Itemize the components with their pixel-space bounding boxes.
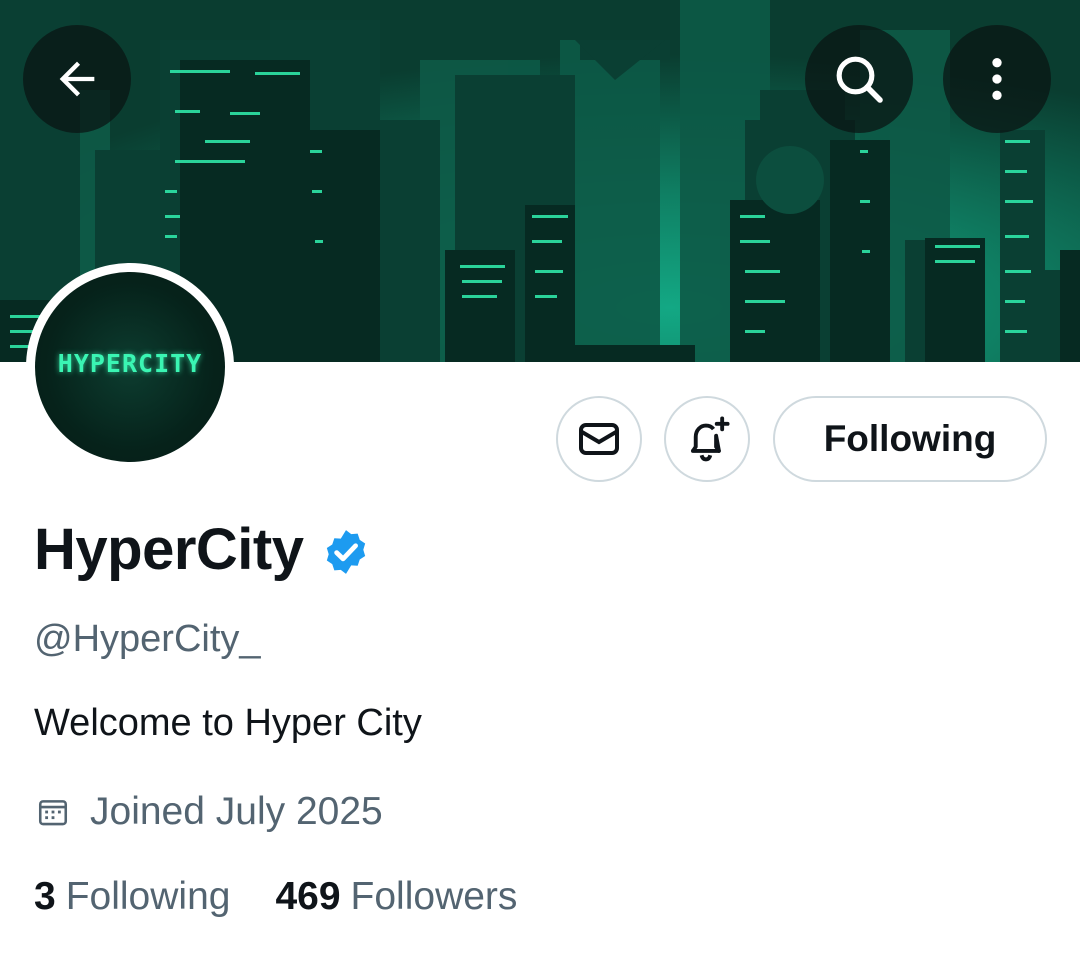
avatar-logo-text: HYPERCITY [57,348,203,378]
followers-count-link[interactable]: 469 Followers [275,875,517,919]
display-name: HyperCity [34,517,304,582]
following-count: 3 [34,875,56,918]
search-icon [836,56,883,103]
message-button[interactable] [556,396,642,482]
following-label: Following [65,875,231,918]
more-vertical-icon [992,58,1002,100]
avatar[interactable]: HYPERCITY [26,263,234,471]
avatar-image: HYPERCITY [35,272,225,462]
joined-date-row: Joined July 2025 [36,790,383,834]
calendar-icon [38,800,68,826]
notifications-button[interactable] [664,396,750,482]
followers-count: 469 [275,875,341,918]
more-options-button[interactable] [943,25,1051,133]
profile-handle: @HyperCity_ [34,618,261,660]
profile-bio: Welcome to Hyper City [34,702,422,744]
verified-badge-icon[interactable] [321,527,371,577]
bell-plus-icon [690,416,730,462]
joined-date: Joined July 2025 [90,790,383,833]
back-button[interactable] [23,25,131,133]
profile-name-row: HyperCity [34,516,371,583]
search-button[interactable] [805,25,913,133]
following-button[interactable]: Following [773,396,1047,482]
followers-label: Followers [350,875,518,918]
arrow-left-icon [59,61,95,97]
following-count-link[interactable]: 3 Following [34,875,230,919]
profile-stats: 3 Following 469 Followers [34,875,517,919]
mail-icon [579,423,619,455]
